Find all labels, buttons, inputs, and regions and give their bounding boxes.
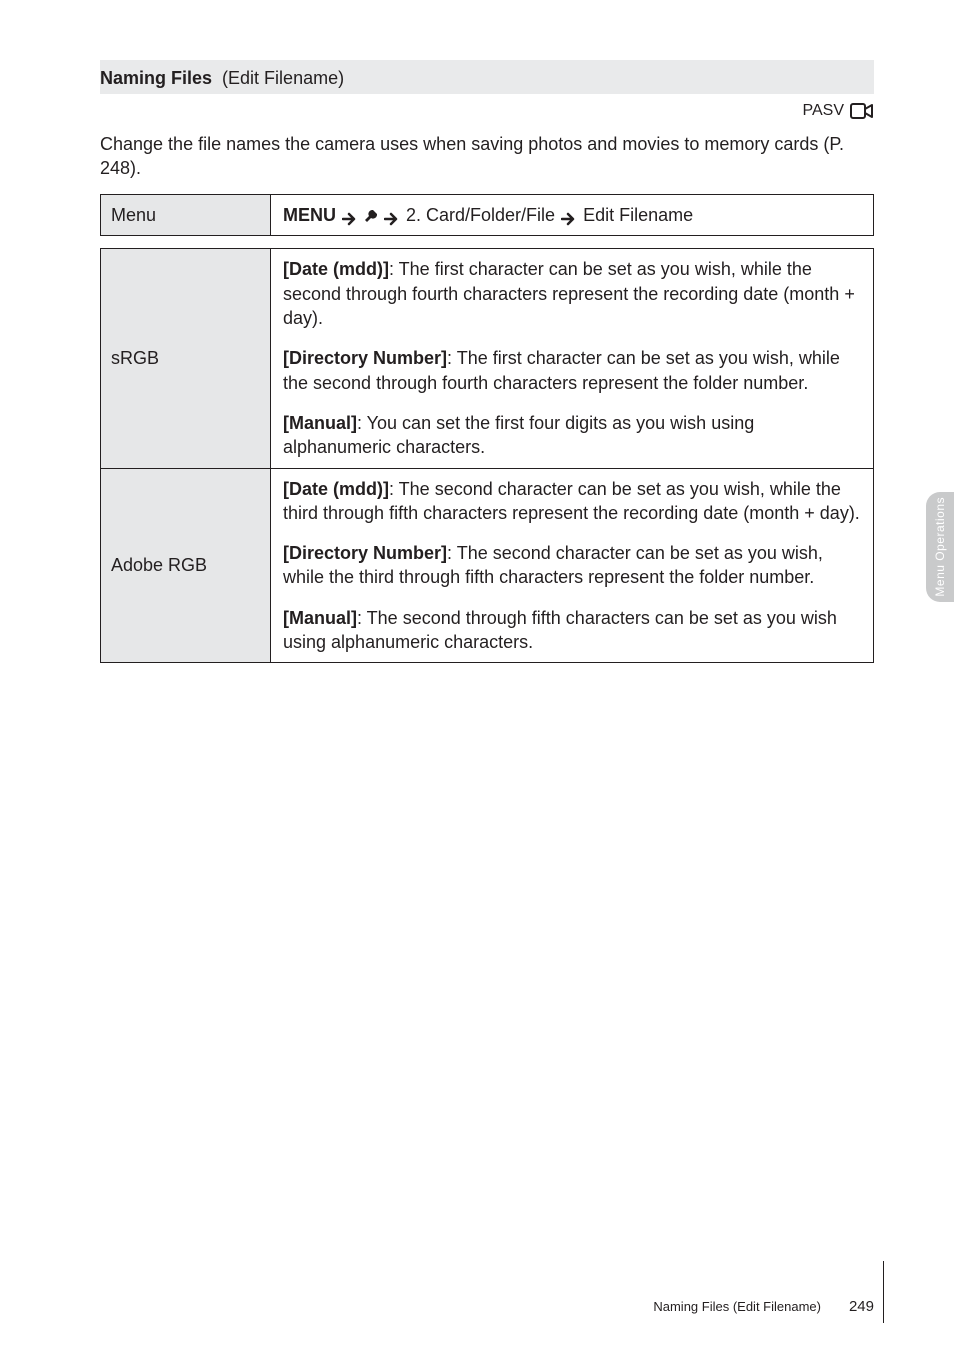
menu-path-table: Menu MENU 2. Card/Folder/File [100, 194, 874, 236]
table-row: Adobe RGB [Date (mdd)]: The second chara… [101, 468, 874, 663]
mode-indicator-row: PASV [100, 100, 874, 122]
mode-label: PASV [803, 100, 845, 122]
menu-label: Menu [111, 205, 156, 225]
arrow-right-icon [384, 208, 400, 222]
adobe-label: Adobe RGB [111, 555, 207, 575]
table-row: sRGB [Date (mdd)]: The first character c… [101, 249, 874, 468]
menu-seg-item: Edit Filename [583, 203, 693, 227]
option-row-label: sRGB [101, 249, 271, 468]
page-header-bar: Naming Files (Edit Filename) [100, 60, 874, 94]
menu-path-cell: MENU 2. Card/Folder/File Edit Filename [271, 195, 874, 236]
option-title: [Directory Number] [283, 543, 447, 563]
options-table: sRGB [Date (mdd)]: The first character c… [100, 248, 874, 663]
option-title: [Date (mdd)] [283, 479, 389, 499]
arrow-right-icon [561, 208, 577, 222]
menu-label-cell: Menu [101, 195, 271, 236]
page-header-title: Naming Files (Edit Filename) [100, 66, 344, 90]
footer-page-number: 249 [849, 1297, 874, 1317]
menu-seg-section: 2. Card/Folder/File [406, 203, 555, 227]
srgb-label: sRGB [111, 348, 159, 368]
movie-icon [850, 101, 874, 121]
arrow-right-icon [342, 208, 358, 222]
page-footer: Naming Files (Edit Filename) 249 [653, 1297, 874, 1317]
footer-rule [883, 1261, 884, 1323]
option-title: [Manual] [283, 608, 357, 628]
menu-seg-menu: MENU [283, 203, 336, 227]
opt-title-bold: [Manual] [283, 413, 357, 433]
side-tab: Menu Operations [926, 492, 954, 602]
wrench-icon [364, 207, 378, 223]
option-row-content: [Date (mdd)]: The second character can b… [271, 468, 874, 663]
option-title: [Manual]: You can set the first four dig… [283, 413, 754, 457]
intro-text: Change the file names the camera uses wh… [100, 132, 874, 181]
intro-post: ). [130, 158, 141, 178]
option-row-label: Adobe RGB [101, 468, 271, 663]
page-header-key: Naming Files [100, 68, 212, 88]
option-title: [Date (mdd)] [283, 259, 389, 279]
option-desc: : The second through fifth characters ca… [283, 608, 837, 652]
footer-title: Naming Files (Edit Filename) [653, 1298, 821, 1316]
option-row-content: [Date (mdd)]: The first character can be… [271, 249, 874, 468]
option-title: [Directory Number] [283, 348, 447, 368]
side-tab-label: Menu Operations [932, 497, 948, 597]
page-header-value: (Edit Filename) [222, 68, 344, 88]
intro-pre: Change the file names the camera uses wh… [100, 134, 829, 154]
